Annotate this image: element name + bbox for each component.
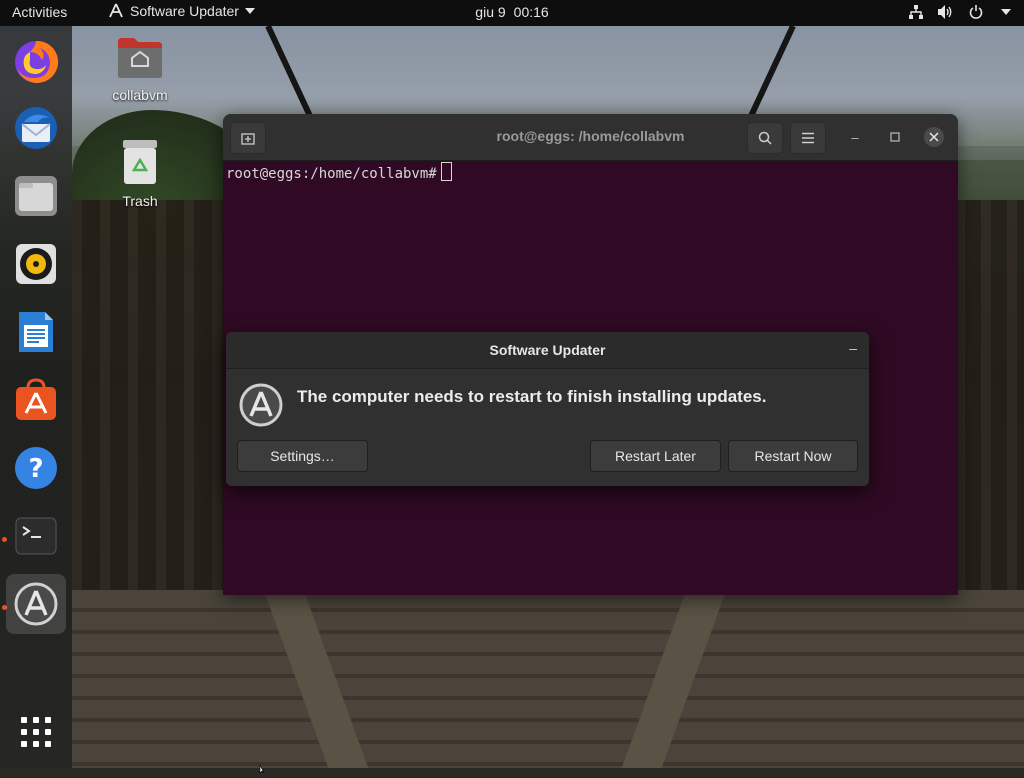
maximize-button[interactable] [885, 127, 905, 147]
close-button[interactable] [924, 127, 944, 147]
close-icon [929, 132, 939, 142]
dock-item-files[interactable] [6, 166, 66, 226]
firefox-icon [15, 40, 59, 83]
terminal-search-button[interactable] [747, 122, 783, 154]
mouse-pointer-icon [259, 760, 269, 778]
home-folder-icon [100, 36, 180, 83]
system-tray[interactable] [908, 4, 1014, 20]
terminal-prompt: root@eggs:/home/collabvm# [226, 166, 437, 182]
terminal-header-bar[interactable]: root@eggs: /home/collabvm – [223, 114, 958, 161]
thunderbird-icon [15, 107, 57, 149]
dock-item-writer[interactable] [6, 302, 66, 362]
terminal-cursor [440, 162, 452, 181]
terminal-content[interactable]: root@eggs:/home/collabvm# [226, 162, 452, 184]
dialog-message: The computer needs to restart to finish … [297, 387, 767, 406]
trash-icon [100, 140, 180, 189]
app-menu-label: Software Updater [130, 3, 239, 19]
maximize-icon [890, 132, 900, 142]
dock-item-terminal[interactable] [6, 506, 66, 566]
minimize-button[interactable]: – [845, 127, 865, 147]
desktop-icon-label: collabvm [112, 87, 168, 103]
dock-item-thunderbird[interactable] [6, 98, 66, 158]
volume-icon [938, 4, 954, 20]
dialog-title: Software Updater [489, 342, 606, 358]
dock-item-software-updater[interactable] [6, 574, 66, 634]
updater-icon [14, 582, 58, 626]
dock-item-rhythmbox[interactable] [6, 234, 66, 294]
network-icon [908, 4, 924, 20]
clock[interactable]: giu 9 00:16 [475, 4, 548, 20]
terminal-icon [15, 517, 57, 555]
dock-item-firefox[interactable] [6, 32, 66, 92]
svg-text:?: ? [28, 454, 43, 484]
files-icon [15, 176, 57, 216]
dialog-minimize-button[interactable]: – [849, 340, 857, 356]
top-bar: Activities Software Updater giu 9 00:16 [0, 0, 1024, 26]
clock-time: 00:16 [513, 4, 549, 20]
software-updater-dialog: Software Updater – The computer needs to… [226, 332, 869, 486]
rhythmbox-icon [16, 244, 56, 284]
clock-date: giu 9 [475, 4, 506, 20]
activities-button[interactable]: Activities [12, 4, 67, 20]
desktop-icon-label: Trash [122, 193, 158, 209]
restart-later-button[interactable]: Restart Later [590, 440, 721, 472]
dock-item-help[interactable]: ? [6, 438, 66, 498]
terminal-menu-button[interactable] [790, 122, 826, 154]
dock-item-ubuntu-software[interactable] [6, 370, 66, 430]
help-icon: ? [15, 447, 57, 489]
show-applications-button[interactable] [6, 702, 66, 762]
settings-button[interactable]: Settings… [237, 440, 368, 472]
app-grid-icon [21, 717, 51, 747]
chevron-down-icon [998, 4, 1014, 20]
dialog-header-bar[interactable]: Software Updater – [226, 332, 869, 369]
minimize-icon: – [849, 340, 857, 356]
hamburger-menu-icon [802, 132, 814, 144]
writer-icon [19, 312, 53, 352]
desktop-icon-home[interactable]: collabvm [100, 36, 180, 103]
software-icon [16, 378, 56, 420]
minimize-icon: – [851, 129, 859, 145]
restart-now-button[interactable]: Restart Now [728, 440, 858, 472]
dock: ? [0, 26, 72, 768]
updater-icon [238, 382, 284, 433]
desktop-icon-trash[interactable]: Trash [100, 140, 180, 209]
search-icon [758, 131, 772, 145]
app-menu[interactable]: Software Updater [108, 3, 255, 19]
updater-app-icon [108, 3, 124, 19]
power-icon [968, 4, 984, 20]
chevron-down-icon [244, 7, 255, 15]
